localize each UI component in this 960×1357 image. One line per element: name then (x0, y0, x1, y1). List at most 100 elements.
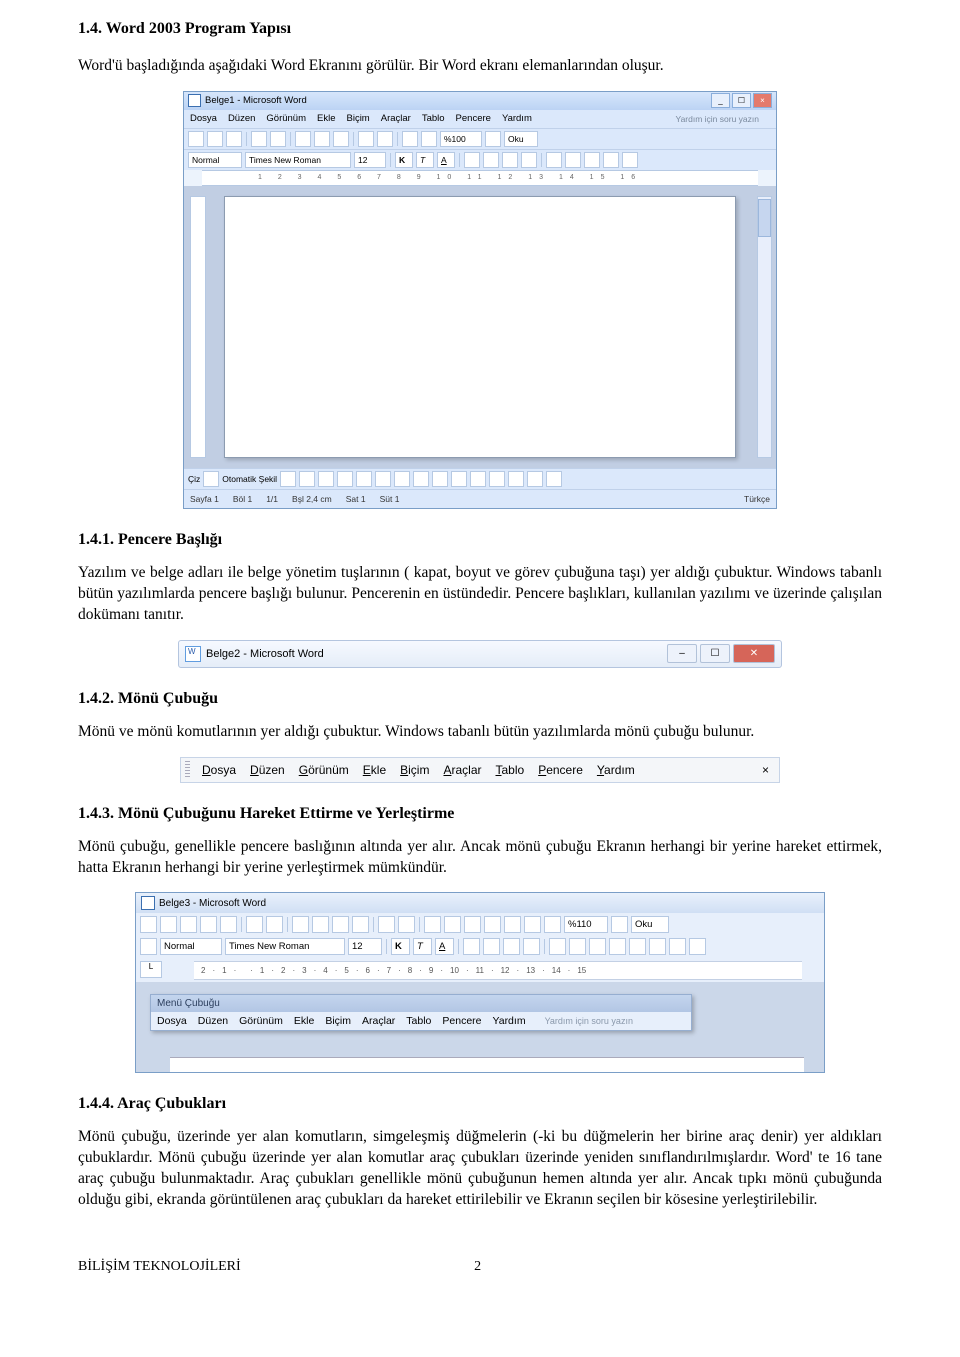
floating-menu-title[interactable]: Menü Çubuğu (151, 995, 691, 1012)
undo-icon[interactable] (358, 131, 374, 147)
columns-icon[interactable] (421, 131, 437, 147)
spell-icon[interactable] (246, 916, 263, 933)
menu-pencere[interactable]: Pencere (442, 1015, 481, 1027)
help-icon[interactable] (611, 916, 628, 933)
oval-icon[interactable] (337, 471, 353, 487)
save-icon[interactable] (226, 131, 242, 147)
menu-yardim[interactable]: Yardım (590, 763, 642, 777)
menu-tablo[interactable]: Tablo (406, 1015, 431, 1027)
title-bar[interactable]: Belge1 - Microsoft Word _ ☐ × (184, 92, 776, 110)
select-icon[interactable] (203, 471, 219, 487)
painter-icon[interactable] (352, 916, 369, 933)
font-select[interactable]: Times New Roman (225, 938, 345, 955)
linecolor-icon[interactable] (432, 471, 448, 487)
menu-dosya[interactable]: Dosya (190, 113, 217, 124)
align-right-icon[interactable] (503, 938, 520, 955)
help-icon[interactable] (485, 131, 501, 147)
menu-ekle[interactable]: Ekle (317, 113, 335, 124)
formatting-toolbar[interactable]: Normal Times New Roman 12 K T A (136, 935, 824, 957)
arrowstyle-icon[interactable] (508, 471, 524, 487)
menu-bicim[interactable]: Biçim (393, 763, 436, 777)
drawing-icon[interactable] (504, 916, 521, 933)
drawing-toolbar[interactable]: Çiz Otomatik Şekil (184, 468, 776, 489)
menu-pencere[interactable]: Pencere (531, 763, 590, 777)
redo-icon[interactable] (398, 916, 415, 933)
bold-button[interactable]: K (391, 938, 410, 955)
new-icon[interactable] (188, 131, 204, 147)
style-select[interactable]: Normal (160, 938, 222, 955)
dash-icon[interactable] (489, 471, 505, 487)
bullist-icon[interactable] (589, 938, 606, 955)
arrow-icon[interactable] (299, 471, 315, 487)
cut-icon[interactable] (292, 916, 309, 933)
print-icon[interactable] (200, 916, 217, 933)
vertical-scrollbar[interactable] (757, 196, 772, 458)
menu-ekle[interactable]: Ekle (294, 1015, 314, 1027)
align-left-icon[interactable] (463, 938, 480, 955)
menu-dosya[interactable]: Dosya (157, 1015, 187, 1027)
open-icon[interactable] (160, 916, 177, 933)
new-icon[interactable] (140, 916, 157, 933)
lineweight-icon[interactable] (470, 471, 486, 487)
indent-dec-icon[interactable] (609, 938, 626, 955)
page-canvas[interactable] (224, 196, 736, 458)
copy-icon[interactable] (312, 916, 329, 933)
menu-tablo[interactable]: Tablo (422, 113, 445, 124)
standard-toolbar[interactable]: %100 Oku (184, 128, 776, 149)
menu-pencere[interactable]: Pencere (456, 113, 491, 124)
menu-duzen[interactable]: Düzen (198, 1015, 228, 1027)
oku-button[interactable]: Oku (631, 916, 669, 933)
vertical-ruler[interactable] (190, 196, 206, 458)
preview-icon[interactable] (220, 916, 237, 933)
title-bar[interactable]: Belge3 - Microsoft Word (136, 893, 824, 913)
size-select[interactable]: 12 (354, 152, 386, 168)
highlight-icon[interactable] (669, 938, 686, 955)
align-right-icon[interactable] (502, 152, 518, 168)
borders-icon[interactable] (584, 152, 600, 168)
scroll-thumb[interactable] (758, 199, 771, 237)
undo-icon[interactable] (378, 916, 395, 933)
menu-yardim[interactable]: Yardım (502, 113, 532, 124)
menu-araclar[interactable]: Araçlar (381, 113, 411, 124)
menu-gorunum[interactable]: Görünüm (266, 113, 306, 124)
justify-icon[interactable] (521, 152, 537, 168)
paste-icon[interactable] (333, 131, 349, 147)
line-icon[interactable] (280, 471, 296, 487)
horizontal-ruler[interactable]: 2·1·· 1·2· 3·4· 5·6· 7·8· 9·10· 11·12· 1… (194, 961, 802, 980)
shadow-icon[interactable] (527, 471, 543, 487)
redo-icon[interactable] (377, 131, 393, 147)
numlist-icon[interactable] (569, 938, 586, 955)
maximize-button[interactable]: ☐ (700, 644, 730, 663)
indent-inc-icon[interactable] (629, 938, 646, 955)
fontcolor-icon[interactable] (622, 152, 638, 168)
fill-icon[interactable] (413, 471, 429, 487)
zoom-select[interactable]: %100 (440, 131, 482, 147)
help-search[interactable]: Yardım için soru yazın (545, 1016, 633, 1026)
fontcolor2-icon[interactable] (451, 471, 467, 487)
font-select[interactable]: Times New Roman (245, 152, 351, 168)
style-select[interactable]: Normal (188, 152, 242, 168)
menu-yardim[interactable]: Yardım (493, 1015, 526, 1027)
justify-icon[interactable] (523, 938, 540, 955)
cut-icon[interactable] (295, 131, 311, 147)
size-select[interactable]: 12 (348, 938, 382, 955)
preview-icon[interactable] (270, 131, 286, 147)
wordart-icon[interactable] (375, 471, 391, 487)
maximize-button[interactable]: ☐ (732, 93, 751, 108)
oku-button[interactable]: Oku (504, 131, 538, 147)
menu-duzen[interactable]: Düzen (243, 763, 292, 777)
align-center-icon[interactable] (483, 938, 500, 955)
bold-button[interactable]: K (395, 152, 413, 168)
horizontal-ruler[interactable]: 1 2 3 4 5 6 7 8 9 10 11 12 13 14 15 16 (202, 170, 758, 186)
align-left-icon[interactable] (464, 152, 480, 168)
menu-araclar[interactable]: Araçlar (436, 763, 488, 777)
print-icon[interactable] (251, 131, 267, 147)
menu-duzen[interactable]: Düzen (228, 113, 255, 124)
close-button[interactable]: × (753, 93, 772, 108)
menu-dosya[interactable]: Dosya (195, 763, 243, 777)
indent-dec-icon[interactable] (546, 152, 562, 168)
research-icon[interactable] (266, 916, 283, 933)
fontcolor-icon[interactable] (689, 938, 706, 955)
formatting-toolbar[interactable]: Normal Times New Roman 12 K T A (184, 149, 776, 170)
italic-button[interactable]: T (416, 152, 434, 168)
